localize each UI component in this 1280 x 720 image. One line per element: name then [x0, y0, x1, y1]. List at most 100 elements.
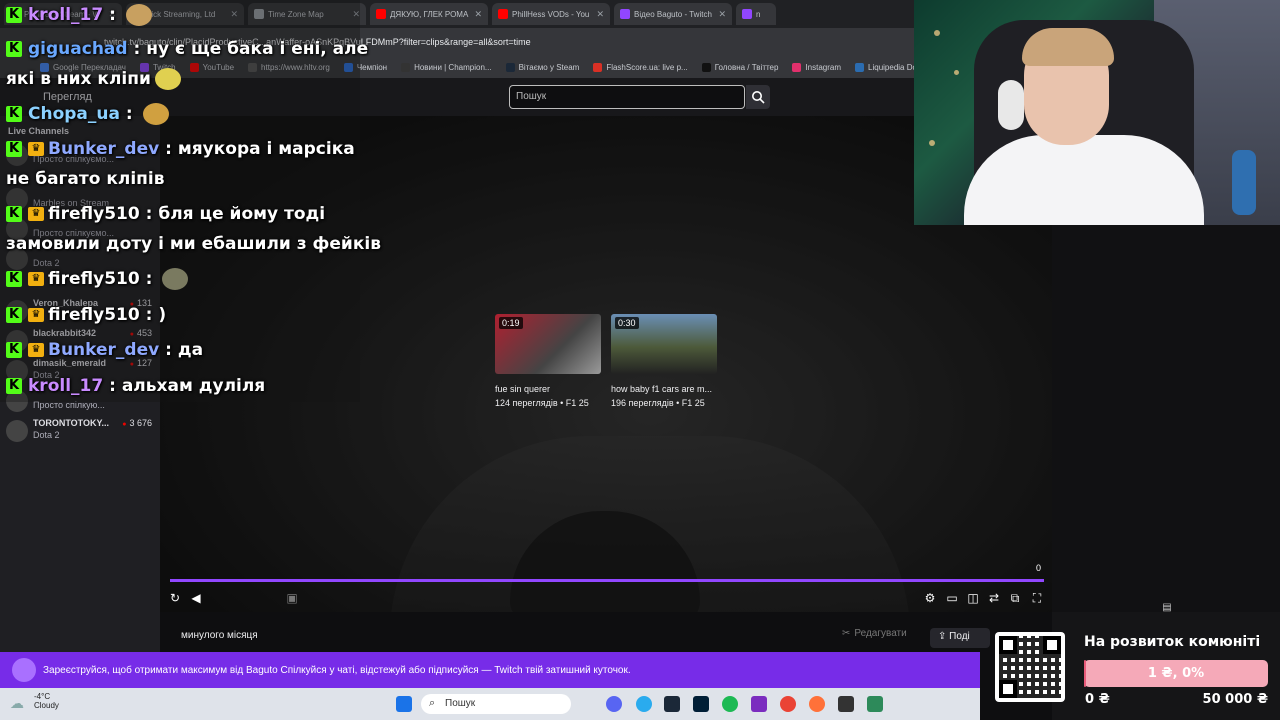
spotify-icon[interactable]: [722, 696, 738, 712]
crown-badge-icon: ♛: [28, 142, 44, 156]
obs-icon[interactable]: [751, 696, 767, 712]
webcam-overlay: [914, 0, 1280, 225]
tab-close-icon[interactable]: ✕: [596, 9, 604, 20]
clip-duration: 0:19: [499, 317, 523, 329]
browser-tab[interactable]: Відео Baguto - Twitch ✕: [614, 3, 732, 25]
volume-icon[interactable]: ◀: [189, 591, 203, 605]
clip-title[interactable]: how baby f1 cars are m...: [611, 384, 717, 394]
bookmark-favicon-icon: [792, 62, 802, 72]
chat-message: не багато кліпів: [6, 164, 165, 194]
bookmark-item[interactable]: Новини | Champion...: [401, 62, 492, 72]
chat-separator: :: [119, 104, 139, 124]
taskbar-search[interactable]: ⌕ Пошук: [421, 694, 571, 714]
donation-goal-title: На розвиток комюніті: [1084, 634, 1261, 650]
bookmark-item[interactable]: Головна / Твіттер: [701, 62, 778, 72]
bookmark-favicon-icon: [701, 62, 711, 72]
clip-card[interactable]: 0:30 how baby f1 cars are m... 196 перег…: [611, 314, 717, 408]
chat-username: firefly510: [48, 269, 140, 289]
sidebar-channel[interactable]: TORONTOTOKY... Dota 2 3 676: [6, 418, 156, 448]
browser-tab[interactable]: ДЯКУЮ, ГЛЕК РОМА ✕: [370, 3, 488, 25]
bookmark-item[interactable]: FlashScore.ua: live p...: [593, 62, 688, 72]
edit-label: Редагувати: [854, 628, 907, 639]
chat-text: ): [158, 305, 167, 325]
taskbar-search-label: Пошук: [445, 698, 476, 709]
search-input[interactable]: Пошук: [509, 85, 745, 109]
crown-badge-icon: ♛: [28, 272, 44, 286]
screen: PhillHess Stream - W ✕ Kick Streaming, Ltd…: [0, 0, 1280, 720]
donation-goal-bar: 1 ₴, 0%: [1084, 660, 1268, 687]
bookmark-label: FlashScore.ua: live p...: [606, 62, 688, 72]
chrome-icon[interactable]: [780, 696, 796, 712]
premiere-icon[interactable]: [693, 696, 709, 712]
share-button[interactable]: ⇪ Поді: [930, 628, 990, 648]
headset: [998, 80, 1024, 130]
tab-label: PhillHess VODs - You: [512, 9, 590, 19]
chat-message: які в них кліпи: [6, 64, 181, 94]
tab-close-icon[interactable]: ✕: [718, 9, 726, 20]
theatre-mode-icon[interactable]: ▭: [945, 591, 959, 605]
search-icon: ⌕: [429, 697, 436, 709]
windows-start-icon[interactable]: [396, 696, 412, 712]
fullscreen-icon[interactable]: ⛶: [1030, 591, 1044, 605]
clip-thumbnail[interactable]: 0:30: [611, 314, 717, 374]
replay-icon[interactable]: ↻: [168, 591, 182, 605]
discord-icon[interactable]: [606, 696, 622, 712]
baguto-avatar: [12, 658, 36, 682]
browser-tab[interactable]: PhillHess VODs - You ✕: [492, 3, 610, 25]
app-icon[interactable]: [838, 696, 854, 712]
firefox-icon[interactable]: [809, 696, 825, 712]
weather-widget[interactable]: ☁ -4°C Cloudy: [10, 692, 59, 711]
sidebar-toggle-icon[interactable]: ◫: [966, 591, 980, 605]
chat-separator: :: [159, 139, 178, 159]
chat-message: K ♛ firefly510 : бля це йому тоді: [6, 199, 325, 229]
bookmark-favicon-icon: [505, 62, 515, 72]
bookmark-item[interactable]: Вітаємо у Steam: [505, 62, 580, 72]
bookmark-favicon-icon: [401, 62, 411, 72]
clip-duration: 0:30: [615, 317, 639, 329]
clip-title[interactable]: fue sin querer: [495, 384, 601, 394]
banner-text: Зареєструйся, щоб отримати максимум від …: [43, 664, 631, 676]
chat-text: да: [177, 340, 204, 360]
tab-favicon-icon: [620, 9, 630, 19]
donation-goal-max: 50 000 ₴: [1202, 692, 1268, 707]
chat-message: K Chopa_ua :: [6, 99, 169, 129]
progress-counter: 0: [1036, 563, 1042, 573]
bookmark-label: Вітаємо у Steam: [518, 62, 580, 72]
avatar: [6, 420, 28, 442]
clip-card[interactable]: 0:19 fue sin querer 124 переглядів • F1 …: [495, 314, 601, 408]
bookmark-item[interactable]: Liquipedia Dota 2...: [855, 62, 914, 72]
share-arrows-icon[interactable]: ⇄: [987, 591, 1001, 605]
notes-icon[interactable]: [867, 696, 883, 712]
kick-badge-icon: K: [6, 106, 22, 122]
kick-badge-icon: K: [6, 41, 22, 57]
chat-overlay: Kkroll_17 : Kgiguachad : ну є ще бака і …: [0, 0, 381, 401]
donation-goal-progress: 1 ₴, 0%: [1147, 666, 1205, 681]
bookmark-item[interactable]: Instagram: [792, 62, 842, 72]
kick-badge-icon: K: [6, 342, 22, 358]
tab-label: ДЯКУЮ, ГЛЕК РОМА: [390, 9, 469, 19]
edit-button[interactable]: ✂ Редагувати: [842, 628, 907, 639]
picture-in-picture-icon[interactable]: ⧉: [1008, 591, 1022, 605]
tab-close-icon[interactable]: ✕: [474, 9, 482, 20]
video-progress-bar[interactable]: [170, 579, 1044, 582]
signup-banner[interactable]: Зареєструйся, щоб отримати максимум від …: [0, 652, 980, 688]
chat-text: замовили доту і ми ебашили з фейків: [6, 234, 381, 254]
chat-message: Kkroll_17 : альхам дуліля: [6, 371, 265, 401]
tab-favicon-icon: [742, 9, 752, 19]
clip-icon[interactable]: ▣: [285, 591, 299, 605]
chat-separator: :: [103, 5, 122, 25]
tab-label: n: [756, 9, 761, 19]
chat-separator: :: [139, 269, 159, 289]
browser-tab[interactable]: n: [736, 3, 776, 25]
donation-goal-min: 0 ₴: [1085, 692, 1110, 707]
search-button[interactable]: [746, 85, 770, 109]
bookmark-label: Instagram: [805, 62, 842, 72]
chat-text: які в них кліпи: [6, 69, 151, 89]
clip-thumbnail[interactable]: 0:19: [495, 314, 601, 374]
settings-gear-icon[interactable]: ⚙: [923, 591, 937, 605]
steam-icon[interactable]: [664, 696, 680, 712]
crown-badge-icon: ♛: [28, 308, 44, 322]
chat-message: K ♛ Bunker_dev : да: [6, 335, 203, 365]
telegram-icon[interactable]: [636, 696, 652, 712]
chat-text: не багато кліпів: [6, 169, 165, 189]
